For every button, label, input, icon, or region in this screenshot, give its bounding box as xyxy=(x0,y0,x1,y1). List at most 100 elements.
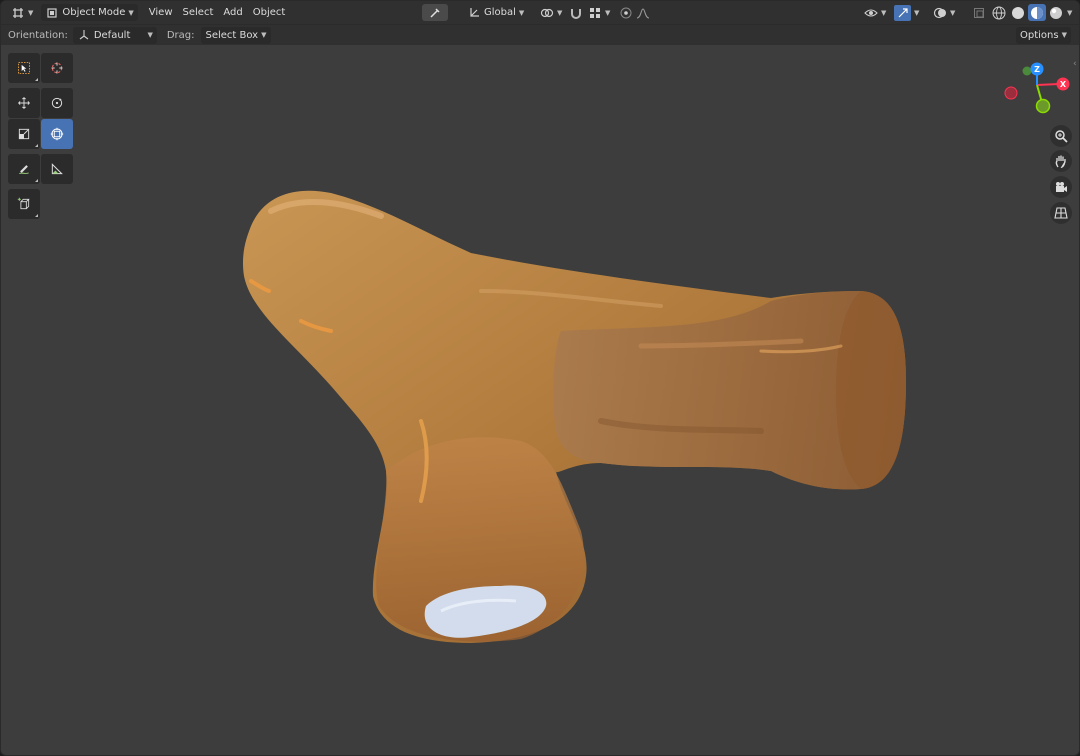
options-dropdown[interactable]: Options ▼ xyxy=(1016,26,1071,44)
menu-object[interactable]: Object xyxy=(248,7,291,18)
gizmo-neg-x xyxy=(1004,86,1018,100)
object-mode-icon xyxy=(45,6,59,20)
chevron-down-icon: ▼ xyxy=(605,8,611,17)
zoom-button[interactable] xyxy=(1050,125,1072,147)
annotate-tool[interactable] xyxy=(8,154,40,184)
editor-type-button[interactable]: ▼ xyxy=(7,4,37,21)
gizmo-toggle[interactable]: ▼ xyxy=(890,4,923,21)
tool-shelf xyxy=(8,53,75,224)
chevron-down-icon: ▼ xyxy=(557,8,563,17)
gizmo-x-axis xyxy=(1036,83,1060,86)
rotate-icon xyxy=(50,96,64,110)
sidebar-toggle-arrow[interactable]: ‹ xyxy=(1073,59,1077,69)
gizmo-x-label: X xyxy=(1060,80,1067,89)
mode-dropdown[interactable]: Object Mode ▼ xyxy=(41,4,138,21)
visibility-dropdown[interactable]: ▼ xyxy=(860,4,890,21)
snap-target-dropdown[interactable]: ▼ xyxy=(584,4,614,21)
header-menus: View Select Add Object xyxy=(144,7,291,18)
chevron-down-icon: ▼ xyxy=(261,31,267,39)
viewport-3d-object[interactable] xyxy=(1,45,1080,756)
eyedropper-icon xyxy=(428,6,442,20)
tool-group-annotate xyxy=(8,154,75,185)
camera-view-button[interactable] xyxy=(1050,176,1072,198)
overlays-icon xyxy=(933,6,947,20)
eye-icon xyxy=(864,6,878,20)
select-box-icon xyxy=(17,61,31,75)
wireframe-sphere-icon xyxy=(992,6,1006,20)
tool-group-transform xyxy=(8,88,75,150)
gizmo-icon xyxy=(894,4,911,21)
drag-dropdown[interactable]: Select Box ▼ xyxy=(201,26,271,44)
mode-label: Object Mode xyxy=(62,7,126,18)
shading-rendered-button[interactable] xyxy=(1047,4,1065,21)
pivot-point-icon xyxy=(540,6,554,20)
orientation-label: Orientation: xyxy=(8,29,68,41)
orientation-dropdown[interactable]: Default ▼ xyxy=(72,26,157,44)
pivot-point-dropdown[interactable]: ▼ xyxy=(536,4,566,21)
options-label: Options xyxy=(1020,29,1059,41)
chevron-down-icon: ▼ xyxy=(881,8,887,17)
camera-icon xyxy=(1054,180,1068,194)
overlays-toggle[interactable]: ▼ xyxy=(929,4,959,21)
drag-value: Select Box xyxy=(205,29,259,41)
viewport-header: ▼ Object Mode ▼ View Select Add Object G… xyxy=(1,1,1079,24)
transform-orientation-label: Global xyxy=(484,7,516,18)
zoom-icon xyxy=(1054,129,1068,143)
eyedropper-button[interactable] xyxy=(422,4,448,21)
transform-orientation-dropdown[interactable]: Global ▼ xyxy=(463,4,528,21)
chevron-down-icon: ▼ xyxy=(950,8,956,17)
shading-options-dropdown[interactable]: ▼ xyxy=(1066,4,1073,21)
xray-icon xyxy=(972,6,986,20)
move-icon xyxy=(17,96,31,110)
orientation-axes-icon xyxy=(77,28,91,42)
measure-tool[interactable] xyxy=(41,154,73,184)
measure-icon xyxy=(50,162,64,176)
proportional-falloff-dropdown[interactable] xyxy=(632,4,654,21)
tool-settings-bar: Orientation: Default ▼ Drag: Select Box … xyxy=(1,24,1079,45)
magnet-icon xyxy=(569,6,583,20)
menu-add[interactable]: Add xyxy=(218,7,247,18)
menu-select[interactable]: Select xyxy=(178,7,219,18)
shading-wireframe-button[interactable] xyxy=(990,4,1008,21)
transform-tool[interactable] xyxy=(41,119,73,149)
shading-material-button[interactable] xyxy=(1028,4,1046,21)
transform-orientation-icon xyxy=(467,6,481,20)
cursor-icon xyxy=(50,61,64,75)
pan-button[interactable] xyxy=(1050,150,1072,172)
shading-solid-button[interactable] xyxy=(1009,4,1027,21)
menu-view[interactable]: View xyxy=(144,7,178,18)
scale-tool[interactable] xyxy=(8,119,40,149)
add-cube-icon xyxy=(17,197,31,211)
drag-label: Drag: xyxy=(166,29,195,41)
pan-hand-icon xyxy=(1054,154,1068,168)
gizmo-y-circle xyxy=(1035,98,1051,114)
grid-view-icon xyxy=(1054,206,1068,220)
chevron-down-icon: ▼ xyxy=(1067,8,1073,17)
proportional-edit-icon xyxy=(619,6,633,20)
material-sphere-icon xyxy=(1030,6,1044,20)
rendered-sphere-icon xyxy=(1049,6,1063,20)
chevron-down-icon: ▼ xyxy=(28,8,34,17)
chevron-down-icon: ▼ xyxy=(128,8,134,17)
chevron-down-icon: ▼ xyxy=(1061,31,1067,39)
gizmo-z-label: Z xyxy=(1034,65,1040,74)
blender-window: ▼ Object Mode ▼ View Select Add Object G… xyxy=(0,0,1080,756)
gizmo-neg-y xyxy=(1022,66,1032,76)
tool-group-add xyxy=(8,189,75,220)
navigation-gizmo[interactable]: Z X xyxy=(999,57,1075,123)
tool-group-select xyxy=(8,53,75,84)
transform-icon xyxy=(50,127,64,141)
xray-toggle[interactable] xyxy=(968,4,990,21)
annotate-icon xyxy=(17,162,31,176)
move-tool[interactable] xyxy=(8,88,40,118)
perspective-toggle-button[interactable] xyxy=(1050,202,1072,224)
cursor-tool[interactable] xyxy=(41,53,73,83)
rotate-tool[interactable] xyxy=(41,88,73,118)
add-cube-tool[interactable] xyxy=(8,189,40,219)
select-box-tool[interactable] xyxy=(8,53,40,83)
chevron-down-icon: ▼ xyxy=(914,8,920,17)
falloff-curve-icon xyxy=(636,6,650,20)
chevron-down-icon: ▼ xyxy=(518,8,525,17)
snap-grid-icon xyxy=(588,6,602,20)
shading-mode-group: ▼ xyxy=(990,4,1073,21)
